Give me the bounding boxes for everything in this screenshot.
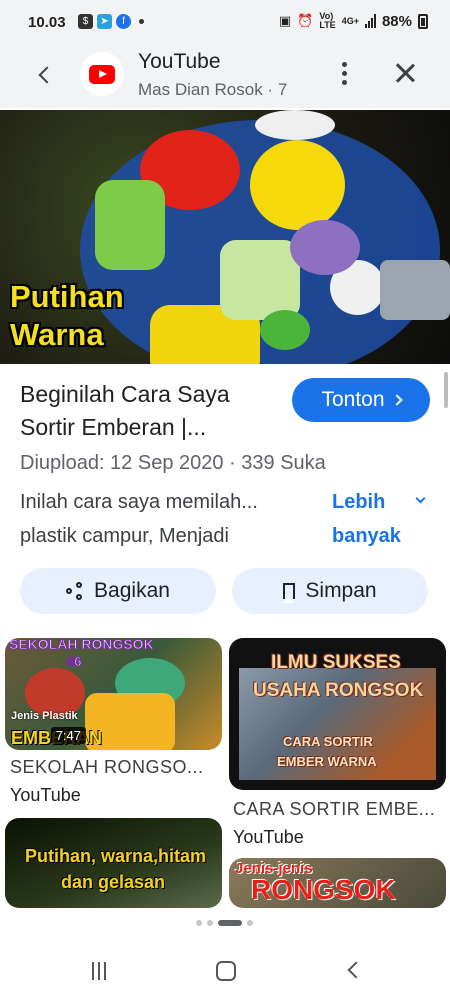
scrollbar[interactable] [444, 372, 448, 408]
status-time: 10.03 [28, 14, 66, 31]
share-label: Bagikan [94, 579, 170, 602]
related-video-thumbnail[interactable]: SEKOLAH RONGSOK #6 Jenis Plastik EMBERAN… [5, 638, 222, 750]
video-title[interactable]: Beginilah Cara Saya Sortir Emberan |... [20, 378, 280, 444]
recents-button[interactable] [92, 962, 110, 980]
related-video-thumbnail[interactable]: ILMU SUKSES USAHA RONGSOK CARA SORTIR EM… [229, 638, 446, 790]
related-title[interactable]: CARA SORTIR EMBE... [233, 799, 435, 820]
header-title: YouTube [138, 50, 221, 73]
app-header: YouTube Mas Dian Rosok · 7 [0, 44, 450, 108]
bookmark-icon [283, 583, 296, 603]
thumbnail-caption: Putihan Warna [10, 279, 124, 352]
video-description: Inilah cara saya memilah... plastik camp… [20, 491, 258, 547]
system-back-button[interactable] [347, 961, 365, 979]
facebook-notification-icon: f [116, 14, 131, 29]
header-subtitle: Mas Dian Rosok · 7 [138, 80, 288, 99]
related-video-thumbnail[interactable]: Jenis-jenis RONGSOK [229, 858, 446, 908]
more-vert-icon [341, 61, 347, 67]
volte-indicator: Vo) LTE [319, 11, 336, 30]
status-right: ▣ ⏰ Vo) LTE 4G+ 88% [279, 12, 428, 30]
video-thumbnail[interactable]: Putihan Warna [0, 110, 450, 364]
related-channel: YouTube [10, 785, 81, 805]
status-bar: 10.03 $ ➤ f ▣ ⏰ Vo) LTE 4G+ 88% [0, 0, 450, 44]
alarm-icon: ⏰ [297, 13, 314, 28]
signal-icon [364, 14, 376, 28]
app-logo [80, 52, 124, 96]
share-button[interactable]: Bagikan [20, 568, 216, 614]
related-title[interactable]: SEKOLAH RONGSO... [10, 757, 204, 778]
save-label: Simpan [305, 579, 377, 602]
more-options-button[interactable] [334, 58, 354, 88]
home-button[interactable] [216, 961, 236, 981]
related-channel: YouTube [233, 827, 304, 847]
battery-icon [418, 13, 428, 29]
chevron-down-icon [415, 493, 426, 504]
youtube-logo-icon [89, 64, 115, 84]
watch-button[interactable]: Tonton [292, 378, 430, 422]
close-button[interactable] [390, 58, 420, 88]
telegram-notification-icon: ➤ [97, 14, 112, 29]
notification-icons: $ ➤ f [78, 14, 144, 29]
lock-icon: ▣ [278, 13, 292, 28]
video-meta: Diupload: 12 Sep 2020 · 339 Suka [20, 452, 326, 474]
related-video-thumbnail[interactable]: Putihan, warna,hitam dan gelasan [5, 818, 222, 908]
save-button[interactable]: Simpan [232, 568, 428, 614]
carousel-indicator [196, 920, 253, 926]
back-button[interactable] [32, 62, 58, 88]
video-duration: 7:47 [50, 727, 86, 744]
more-notifications-dot-icon [139, 19, 144, 24]
show-more-link[interactable]: Lebih banyak [332, 485, 416, 553]
recents-icon [92, 962, 94, 980]
battery-percent: 88% [381, 12, 412, 30]
network-type: 4G+ [341, 15, 359, 26]
back-chevron-icon [38, 66, 56, 84]
system-nav-bar [0, 940, 450, 1000]
share-icon [66, 582, 84, 600]
watch-button-label: Tonton [321, 388, 385, 411]
chevron-right-icon [390, 394, 403, 406]
dollar-notification-icon: $ [78, 14, 93, 29]
